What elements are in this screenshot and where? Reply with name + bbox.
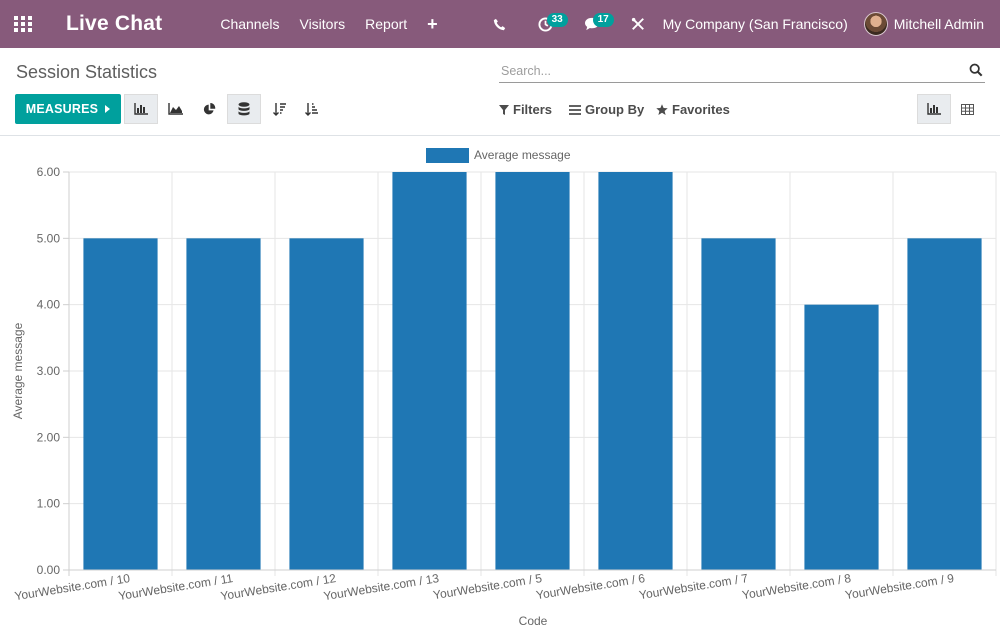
stacked-toggle-button[interactable]	[227, 94, 261, 124]
graph-view-icon	[927, 103, 941, 115]
area-chart-icon	[167, 103, 183, 115]
star-icon	[656, 103, 668, 115]
messages-icon[interactable]: 17	[569, 0, 615, 48]
sort-ascending-button[interactable]	[295, 94, 329, 124]
group-by-label: Group By	[585, 102, 645, 117]
measures-button[interactable]: MEASURES	[15, 94, 121, 124]
x-tick-label: YourWebsite.com / 10	[13, 571, 131, 603]
bar-chart: 0.00 1.00 2.00 3.00 4.00 5.00 6.00 YourWebsite.…	[11, 148, 997, 628]
legend-swatch[interactable]	[426, 148, 469, 163]
filter-icon	[499, 104, 509, 115]
user-avatar	[863, 12, 888, 36]
favorites-label: Favorites	[672, 102, 730, 117]
y-tick-label: 6.00	[37, 165, 61, 179]
graph-view: 0.00 1.00 2.00 3.00 4.00 5.00 6.00 YourWebsite.…	[0, 137, 1000, 630]
bar-yourwebsite-com-11[interactable]	[186, 238, 261, 570]
menu-report[interactable]: Report	[355, 0, 417, 48]
x-tick-label: YourWebsite.com / 11	[117, 571, 234, 603]
bar-yourwebsite-com-13[interactable]	[392, 172, 467, 570]
y-tick-label: 4.00	[37, 298, 61, 312]
page-title: Session Statistics	[16, 62, 158, 82]
apps-menu-icon[interactable]	[0, 0, 46, 48]
x-tick-label: YourWebsite.com / 9	[844, 571, 955, 602]
app-title[interactable]: Live Chat	[66, 12, 162, 36]
chart-bars	[83, 172, 982, 570]
phone-icon[interactable]	[477, 0, 523, 48]
main-menu: Channels Visitors Report +	[210, 0, 447, 48]
pie-chart-mode-button[interactable]	[192, 94, 226, 124]
caret-right-icon	[105, 105, 111, 113]
sort-ascending-icon	[305, 103, 318, 116]
y-axis-title: Average message	[11, 322, 25, 419]
database-icon	[238, 102, 250, 116]
top-navbar: Live Chat Channels Visitors Report + 33 …	[0, 0, 1000, 48]
search-icon[interactable]	[969, 63, 983, 82]
x-axis-title: Code	[519, 614, 548, 628]
sort-descending-button[interactable]	[263, 94, 297, 124]
bar-yourwebsite-com-9[interactable]	[907, 238, 982, 570]
y-tick-label: 3.00	[37, 364, 61, 378]
user-menu[interactable]: Mitchell Admin	[863, 12, 1000, 36]
legend-label-average-message[interactable]: Average message	[474, 148, 571, 162]
company-switcher[interactable]: My Company (San Francisco)	[661, 16, 864, 32]
bar-yourwebsite-com-8[interactable]	[804, 304, 879, 570]
filters-label: Filters	[513, 102, 553, 117]
line-chart-mode-button[interactable]	[158, 94, 192, 124]
measures-label: MEASURES	[25, 102, 99, 116]
bar-chart-mode-button[interactable]	[124, 94, 158, 124]
menu-channels[interactable]: Channels	[210, 0, 289, 48]
y-tick-label: 2.00	[37, 430, 61, 444]
control-panel: Session Statistics MEASURES Filters Grou…	[0, 48, 1000, 136]
add-menu-icon[interactable]: +	[417, 0, 448, 48]
systray: 33 17 My Company (San Francisco) Mitchel…	[477, 0, 1000, 48]
activity-badge: 33	[546, 13, 568, 27]
bar-chart-icon	[134, 103, 148, 115]
x-tick-label: YourWebsite.com / 13	[322, 571, 440, 603]
bar-yourwebsite-com-12[interactable]	[289, 238, 364, 570]
pie-chart-icon	[203, 102, 215, 114]
x-tick-label: YourWebsite.com / 8	[741, 571, 852, 602]
activity-clock-icon[interactable]: 33	[523, 0, 569, 48]
search-input[interactable]	[499, 61, 959, 81]
x-tick-label: YourWebsite.com / 12	[219, 571, 337, 603]
sort-descending-icon	[273, 103, 286, 116]
y-tick-label: 1.00	[37, 497, 61, 511]
bar-yourwebsite-com-6[interactable]	[598, 172, 673, 570]
filters-dropdown[interactable]: Filters	[499, 102, 552, 117]
y-tick-label: 5.00	[37, 231, 61, 245]
messages-badge: 17	[592, 13, 614, 27]
menu-visitors[interactable]: Visitors	[289, 0, 355, 48]
bar-yourwebsite-com-10[interactable]	[83, 238, 158, 570]
graph-view-button[interactable]	[917, 94, 951, 124]
bars-icon	[569, 104, 581, 115]
pivot-view-button[interactable]	[950, 94, 984, 124]
y-tick-label: 0.00	[37, 563, 61, 577]
group-by-dropdown[interactable]: Group By	[569, 102, 644, 117]
favorites-dropdown[interactable]: Favorites	[656, 102, 730, 117]
x-tick-label: YourWebsite.com / 7	[638, 571, 749, 602]
bar-yourwebsite-com-5[interactable]	[495, 172, 570, 570]
debug-tools-icon[interactable]	[615, 0, 661, 48]
chart-legend[interactable]: Average message	[426, 148, 571, 163]
bar-yourwebsite-com-7[interactable]	[701, 238, 776, 570]
x-tick-label: YourWebsite.com / 5	[432, 571, 543, 602]
x-tick-label: YourWebsite.com / 6	[535, 571, 646, 602]
user-name: Mitchell Admin	[893, 16, 984, 32]
table-icon	[960, 103, 974, 115]
search-bar	[499, 61, 985, 83]
